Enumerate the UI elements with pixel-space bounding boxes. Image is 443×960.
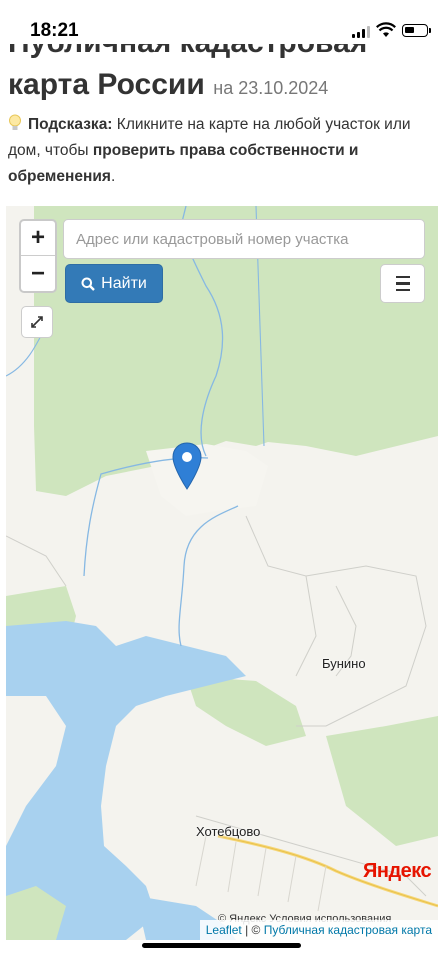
pkk-link[interactable]: Публичная кадастровая карта [264,923,432,937]
menu-button[interactable] [380,264,425,303]
page-title: карта России на 23.10.2024 [8,68,328,102]
fullscreen-button[interactable] [21,306,53,338]
find-button[interactable]: Найти [65,264,163,303]
hint-paragraph: Подсказка: Кликните на карте на любой уч… [8,112,433,190]
wifi-icon [376,22,396,37]
yandex-logo: Яндекс [363,860,432,882]
leaflet-link[interactable]: Leaflet [206,923,242,937]
place-label-khotebtsovo: Хотебцово [196,824,261,839]
cellular-signal-icon [352,26,372,38]
status-bar: 18:21 Публичная кадастровая [0,0,443,59]
search-icon [81,277,96,291]
hamburger-icon [395,275,410,279]
lightbulb-icon [8,114,22,132]
place-label-bunino: Бунино [322,656,366,671]
map-marker-icon[interactable] [172,442,202,490]
map-attribution: Leaflet | © Публичная кадастровая карта [199,920,438,940]
hint-end: . [110,168,116,185]
zoom-control: + − [19,219,57,293]
clock: 18:21 [30,20,79,41]
title-date: на 23.10.2024 [213,78,329,98]
cadastral-map[interactable]: + − Найти Бунино Хотебцово Яндекс © Янде… [6,206,438,940]
zoom-in-button[interactable]: + [21,221,55,256]
home-indicator[interactable] [142,943,301,948]
page-title-line2: карта России [8,68,205,101]
battery-icon [402,24,431,37]
expand-icon [31,316,43,328]
find-button-label: Найти [101,274,147,292]
attribution-separator: | © [241,923,264,937]
hint-label: Подсказка: [28,116,113,133]
search-input[interactable] [63,219,425,259]
zoom-out-button[interactable]: − [21,256,55,291]
